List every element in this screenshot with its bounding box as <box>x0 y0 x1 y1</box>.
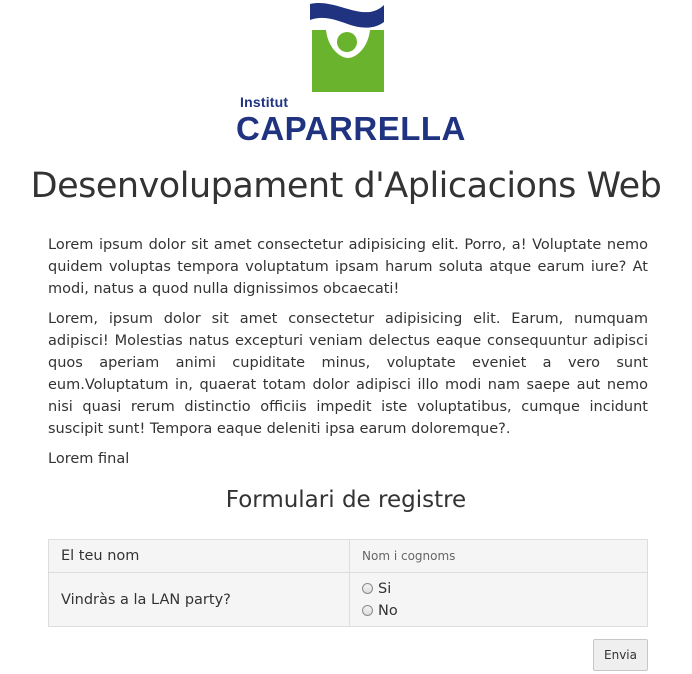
lan-party-label: Vindràs a la LAN party? <box>48 572 350 627</box>
paragraph-final: Lorem final <box>48 451 130 467</box>
radio-si[interactable] <box>362 583 373 594</box>
radio-si-label: Si <box>378 580 392 597</box>
name-input-cell <box>349 539 648 573</box>
page-title: Desenvolupament d'Aplicacions Web <box>30 166 662 206</box>
radio-option-no[interactable]: No <box>362 600 635 622</box>
submit-button[interactable]: Envia <box>593 639 648 671</box>
name-input[interactable] <box>362 549 632 563</box>
main-content: Lorem ipsum dolor sit amet consectetur a… <box>48 234 648 478</box>
lan-party-options: Si No <box>349 572 648 627</box>
radio-no-label: No <box>378 602 398 619</box>
radio-option-si[interactable]: Si <box>362 578 635 600</box>
logo-text-caparrella: CAPARRELLA <box>236 110 466 147</box>
logo-text-institut: Institut <box>240 94 289 110</box>
form-row-name: El teu nom <box>48 539 648 573</box>
institut-caparrella-logo: Institut CAPARRELLA <box>236 0 466 150</box>
paragraph-2: Lorem, ipsum dolor sit amet consectetur … <box>48 311 648 437</box>
form-row-lan-party: Vindràs a la LAN party? Si No <box>48 572 648 627</box>
paragraph-1: Lorem ipsum dolor sit amet consectetur a… <box>48 237 648 297</box>
radio-no[interactable] <box>362 605 373 616</box>
registration-form: El teu nom Vindràs a la LAN party? Si No <box>48 539 648 627</box>
form-title: Formulari de registre <box>225 487 467 513</box>
name-label: El teu nom <box>48 539 350 573</box>
